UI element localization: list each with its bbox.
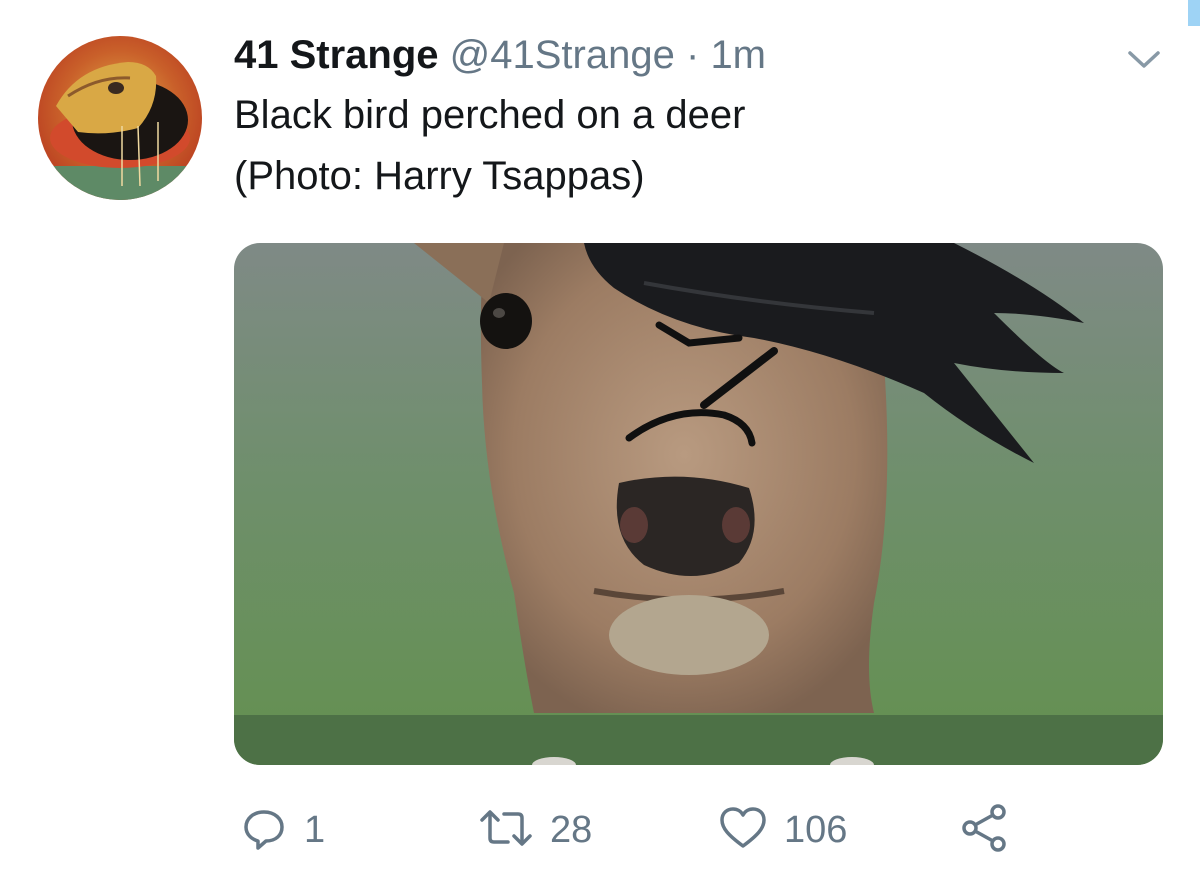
like-button[interactable]: 106 [718, 800, 847, 860]
heart-icon [718, 804, 768, 857]
display-name[interactable]: 41 Strange [234, 33, 439, 77]
tweet-card: 41 Strange @41Strange · 1m Black bird pe… [0, 0, 1200, 878]
tweet-text-line-2: (Photo: Harry Tsappas) [234, 154, 645, 198]
tweet-header: 41 Strange @41Strange · 1m [234, 30, 766, 80]
tweet-text-line-1: Black bird perched on a deer [234, 93, 746, 137]
reply-icon [240, 804, 288, 857]
retweet-count: 28 [550, 808, 593, 851]
scroll-indicator [1188, 0, 1200, 26]
tweet-photo[interactable] [234, 243, 1163, 765]
like-count: 106 [784, 808, 848, 851]
tweet-actions: 1 28 106 [0, 800, 1200, 860]
share-button[interactable] [958, 800, 1010, 860]
deer-bird-photo [234, 243, 1163, 765]
retweet-icon [478, 804, 534, 857]
chevron-down-icon[interactable] [1124, 44, 1164, 74]
user-handle[interactable]: @41Strange [450, 33, 675, 77]
retweet-button[interactable]: 28 [478, 800, 592, 860]
avatar-image [38, 36, 202, 200]
separator-dot: · [685, 33, 700, 77]
avatar[interactable] [38, 36, 202, 200]
share-icon [958, 802, 1010, 859]
reply-button[interactable]: 1 [240, 800, 325, 860]
reply-count: 1 [304, 808, 326, 851]
timestamp[interactable]: 1m [710, 33, 766, 77]
